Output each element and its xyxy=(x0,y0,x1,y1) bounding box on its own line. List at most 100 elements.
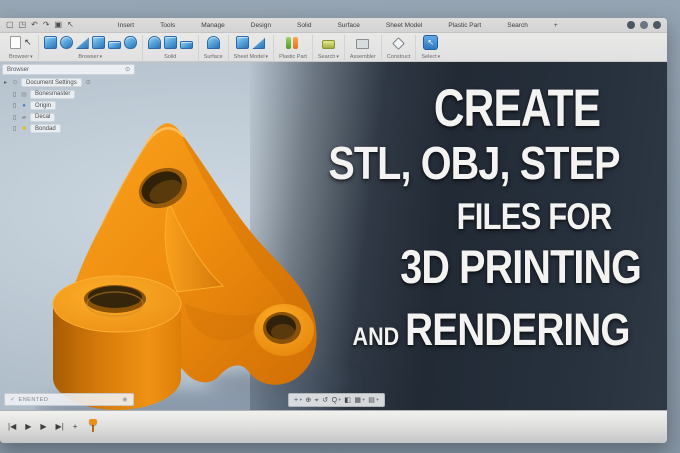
tree-row-decal[interactable]: ▯ ▰ Decal xyxy=(11,112,142,122)
undo-icon[interactable]: ↶ xyxy=(31,21,38,29)
look-at-icon[interactable]: ⌖ xyxy=(315,397,319,404)
title-line-formats: STL, OBJ, STEP xyxy=(328,137,620,189)
menu-item-add-tab[interactable]: + xyxy=(541,22,571,29)
title-line-create: CREATE xyxy=(433,79,601,138)
settings-icon: ⊙ xyxy=(12,80,18,86)
notifications-icon[interactable] xyxy=(627,21,635,29)
timeline-position-marker[interactable] xyxy=(88,419,98,433)
pointer-icon[interactable]: ↖ xyxy=(24,36,32,49)
visibility-icon[interactable]: ⊙ xyxy=(86,79,91,86)
toolbar-group-construct: Construct xyxy=(382,35,417,60)
toolbar-label: Surface xyxy=(203,53,223,60)
construct-icon[interactable] xyxy=(392,37,405,50)
marquee-select-icon[interactable]: ▢ xyxy=(6,21,14,29)
viewports-icon[interactable]: ▤ xyxy=(368,397,375,404)
page-background: ▢ ◳ ↶ ↷ ▣ ↖ Insert Tools Manage Design S… xyxy=(0,0,680,453)
menu-item-solid[interactable]: Solid xyxy=(284,22,324,29)
assembler-icon[interactable] xyxy=(356,38,370,49)
box-primitive-icon[interactable] xyxy=(43,36,57,49)
tree-row-origin[interactable]: ▯ ● Origin xyxy=(11,101,142,110)
toolbar-label: Browser xyxy=(78,53,99,60)
body-icon: ■ xyxy=(22,125,26,132)
step-back-icon[interactable]: ▶ xyxy=(25,423,31,431)
go-to-end-icon[interactable]: ▶| xyxy=(56,423,64,431)
new-sketch-icon[interactable] xyxy=(10,36,22,49)
doc-icon: ▯ xyxy=(12,91,17,98)
surface-patch-icon[interactable] xyxy=(206,36,220,49)
menu-bar: ▢ ◳ ↶ ↷ ▣ ↖ Insert Tools Manage Design S… xyxy=(0,18,667,33)
check-icon: ✓ xyxy=(10,397,16,403)
search-tool-icon[interactable] xyxy=(321,39,335,49)
browser-options-icon[interactable]: ⊙ xyxy=(125,66,130,73)
3d-model-bracket[interactable] xyxy=(35,114,370,410)
status-pill[interactable]: ✓ ENENTED ◉ xyxy=(4,393,134,406)
bend-icon[interactable] xyxy=(252,37,266,49)
doc-icon: ▯ xyxy=(12,114,17,121)
tree-row-document-settings[interactable]: ▸ ⊙ Document Settings ⊙ xyxy=(2,78,142,87)
title-rendering: RENDERING xyxy=(405,304,630,355)
flange-icon[interactable] xyxy=(236,36,250,49)
revolve-icon[interactable] xyxy=(147,36,161,49)
doc-icon: ▯ xyxy=(12,126,17,132)
menu-item-insert[interactable]: Insert xyxy=(105,22,147,29)
chevron-down-icon: ▾ xyxy=(299,397,302,402)
box-icon[interactable]: ▣ xyxy=(55,21,63,29)
menu-item-manage[interactable]: Manage xyxy=(188,22,238,29)
extrude-icon[interactable] xyxy=(91,36,105,49)
doc-icon: ▯ xyxy=(12,103,17,109)
free-orbit-icon[interactable]: ↺ xyxy=(322,397,328,404)
pan-icon[interactable]: + xyxy=(294,397,298,404)
cylinder-primitive-icon[interactable] xyxy=(123,36,137,49)
profile-icon[interactable] xyxy=(653,21,661,29)
status-text: ENENTED xyxy=(18,396,49,403)
display-settings-icon[interactable]: ◧ xyxy=(344,397,351,404)
views-icon: ▤ xyxy=(21,91,27,98)
title-line-3d-printing: 3D PRINTING xyxy=(400,240,642,293)
chevron-down-icon: ▾ xyxy=(362,397,365,402)
browser-panel: Browser ⊙ ▸ ⊙ Document Settings ⊙ ▯ ▤ Bo… xyxy=(2,64,142,133)
zoom-icon[interactable]: Q xyxy=(332,397,337,404)
tree-row-bodies[interactable]: ▯ ■ Bondad xyxy=(11,124,142,133)
title-line-rendering: AND RENDERING xyxy=(352,304,631,355)
menu-item-search[interactable]: Search xyxy=(494,22,541,29)
loft-icon[interactable] xyxy=(179,41,193,49)
toolbar-label: Solid xyxy=(164,53,177,60)
toolbar-group-select: ↖ Select ▾ xyxy=(416,35,445,60)
cursor-icon[interactable]: ↖ xyxy=(67,21,74,29)
status-options-icon[interactable]: ◉ xyxy=(122,396,128,403)
grid-settings-icon[interactable]: ▦ xyxy=(354,397,361,404)
play-icon[interactable]: ▶ xyxy=(40,423,46,431)
view-nav-toolbar: + ▾ ⊕ ⌖ ↺ Q ▾ ◧ ▦ ▾ ▤ ▾ xyxy=(288,393,385,407)
tree-row-named-views[interactable]: ▯ ▤ Bonesmaster xyxy=(11,89,142,99)
plastic-part-icon[interactable] xyxy=(285,36,300,49)
help-icon[interactable] xyxy=(640,21,648,29)
redo-icon[interactable]: ↷ xyxy=(43,21,50,29)
orbit-icon[interactable]: ⊕ xyxy=(305,397,311,404)
menu-item-tools[interactable]: Tools xyxy=(147,22,188,29)
expand-icon[interactable]: ▸ xyxy=(2,79,9,86)
title-and: AND xyxy=(352,323,400,351)
menu-right-icons xyxy=(627,21,661,29)
wedge-primitive-icon[interactable] xyxy=(75,37,89,49)
rotate-view-icon[interactable]: ◳ xyxy=(19,21,27,29)
toolbar-label: Browser xyxy=(9,53,30,60)
toolbar-label: Plastic Part xyxy=(279,53,307,60)
go-to-start-icon[interactable]: |◀ xyxy=(8,423,16,431)
sweep-icon[interactable] xyxy=(163,36,177,49)
slab-primitive-icon[interactable] xyxy=(107,41,121,49)
chevron-down-icon: ▾ xyxy=(265,53,269,60)
sphere-primitive-icon[interactable] xyxy=(59,36,73,49)
tree-row-label: Document Settings xyxy=(21,78,82,87)
browser-header[interactable]: Browser ⊙ xyxy=(2,64,135,75)
add-marker-icon[interactable]: + xyxy=(73,423,78,431)
select-tool-icon[interactable]: ↖ xyxy=(423,35,439,50)
toolbar-group-assembler: Assembler xyxy=(345,35,382,60)
menu-item-sheet-model[interactable]: Sheet Model xyxy=(373,22,436,29)
toolbar-label: Search xyxy=(317,53,336,60)
menu-item-surface[interactable]: Surface xyxy=(324,22,372,29)
timeline-bar: |◀ ▶ ▶ ▶| + xyxy=(0,410,667,443)
menu-item-design[interactable]: Design xyxy=(238,22,284,29)
menu-item-plastic-part[interactable]: Plastic Part xyxy=(435,22,494,29)
decal-icon: ▰ xyxy=(21,114,27,121)
menu-items: Insert Tools Manage Design Solid Surface… xyxy=(105,22,571,29)
